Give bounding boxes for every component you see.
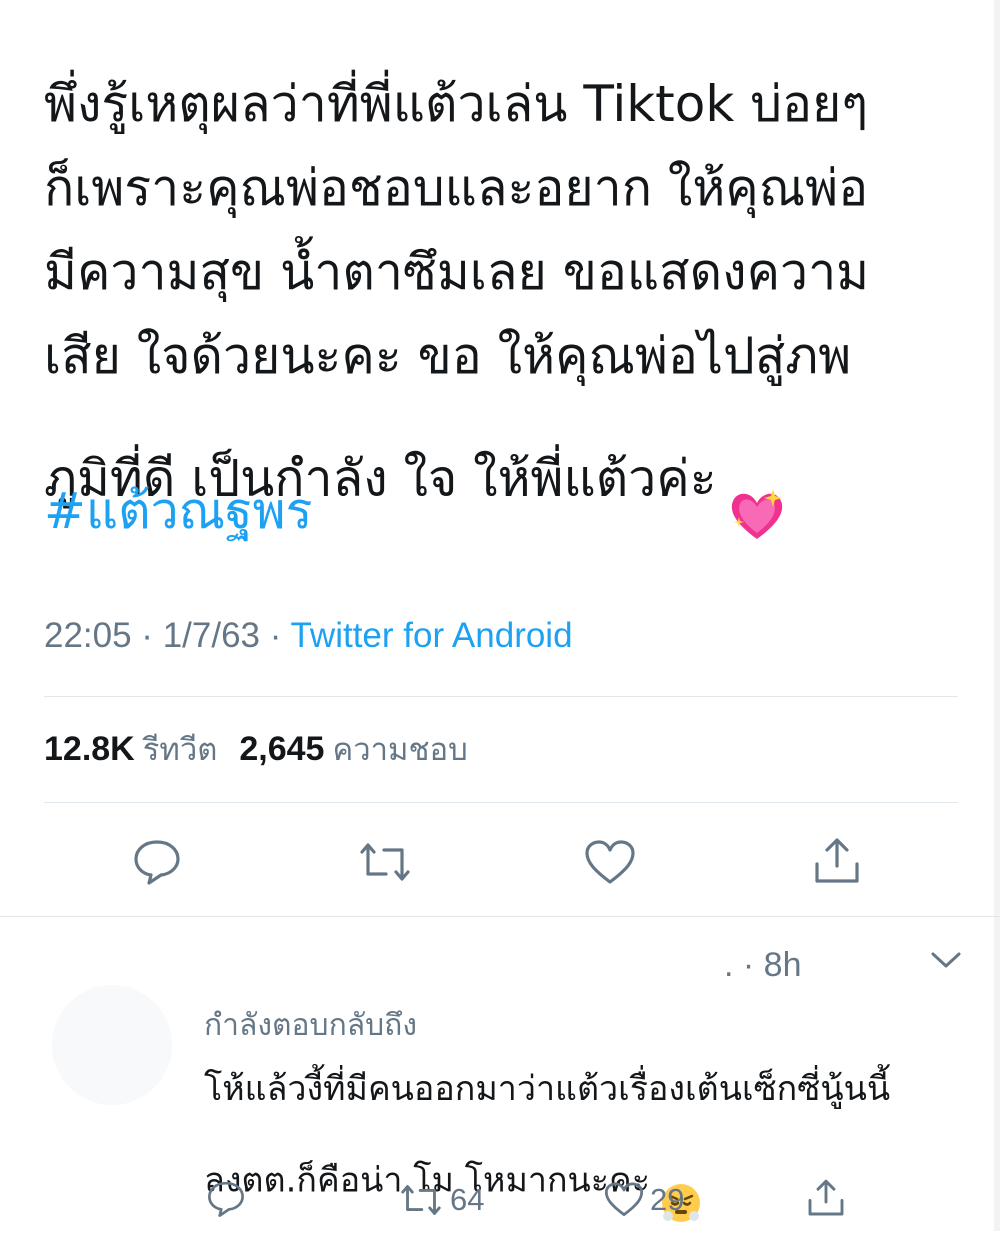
like-count: 29 bbox=[650, 1182, 685, 1217]
heart-icon bbox=[604, 1182, 644, 1217]
chevron-down-icon[interactable] bbox=[930, 950, 962, 974]
heart-icon bbox=[585, 840, 635, 884]
share-button[interactable] bbox=[812, 836, 862, 886]
reply-body: โห้แล้วงี้ที่มีคนออกมาว่าแต้วเรื่องเต้นเ… bbox=[204, 1069, 891, 1201]
reply-text: โห้แล้วงี้ที่มีคนออกมาว่าแต้วเรื่องเต้นเ… bbox=[204, 1058, 974, 1244]
like-button[interactable] bbox=[584, 840, 636, 886]
tweet-stats: 12.8K รีทวีต 2,645 ความชอบ bbox=[44, 724, 490, 774]
sparkling-heart-icon bbox=[727, 398, 787, 566]
tweet-timestamp: 22:05 · 1/7/63 · bbox=[44, 616, 291, 655]
share-button[interactable] bbox=[806, 1178, 846, 1218]
reply-button[interactable] bbox=[206, 1180, 246, 1218]
reply-timestamp: . · 8h bbox=[724, 946, 802, 984]
reply-button[interactable] bbox=[132, 838, 182, 886]
divider bbox=[44, 802, 958, 803]
retweet-label[interactable]: รีทวีต bbox=[143, 732, 218, 768]
retweet-icon bbox=[360, 843, 410, 881]
like-button[interactable]: 29 bbox=[604, 1182, 684, 1218]
reply-icon bbox=[208, 1181, 244, 1217]
reply-icon bbox=[134, 840, 180, 885]
divider bbox=[0, 916, 1000, 917]
scrollbar-track[interactable] bbox=[994, 0, 1000, 1231]
share-icon bbox=[815, 838, 859, 883]
tweet-meta: 22:05 · 1/7/63 · Twitter for Android bbox=[44, 616, 573, 656]
retweet-icon bbox=[401, 1185, 441, 1215]
retweet-count[interactable]: 12.8K bbox=[44, 730, 135, 768]
retweet-button[interactable] bbox=[356, 840, 414, 884]
divider bbox=[44, 696, 958, 697]
share-icon bbox=[808, 1179, 844, 1216]
avatar[interactable] bbox=[52, 985, 172, 1105]
tweet-source-link[interactable]: Twitter for Android bbox=[290, 616, 572, 655]
retweet-count: 64 bbox=[450, 1182, 485, 1217]
hashtag-link[interactable]: #แต้วณฐพร bbox=[44, 476, 312, 546]
replying-to-label: กำลังตอบกลับถึง bbox=[204, 1008, 417, 1043]
retweet-button[interactable]: 64 bbox=[398, 1182, 484, 1218]
like-count[interactable]: 2,645 bbox=[239, 730, 324, 768]
like-label[interactable]: ความชอบ bbox=[332, 732, 467, 768]
